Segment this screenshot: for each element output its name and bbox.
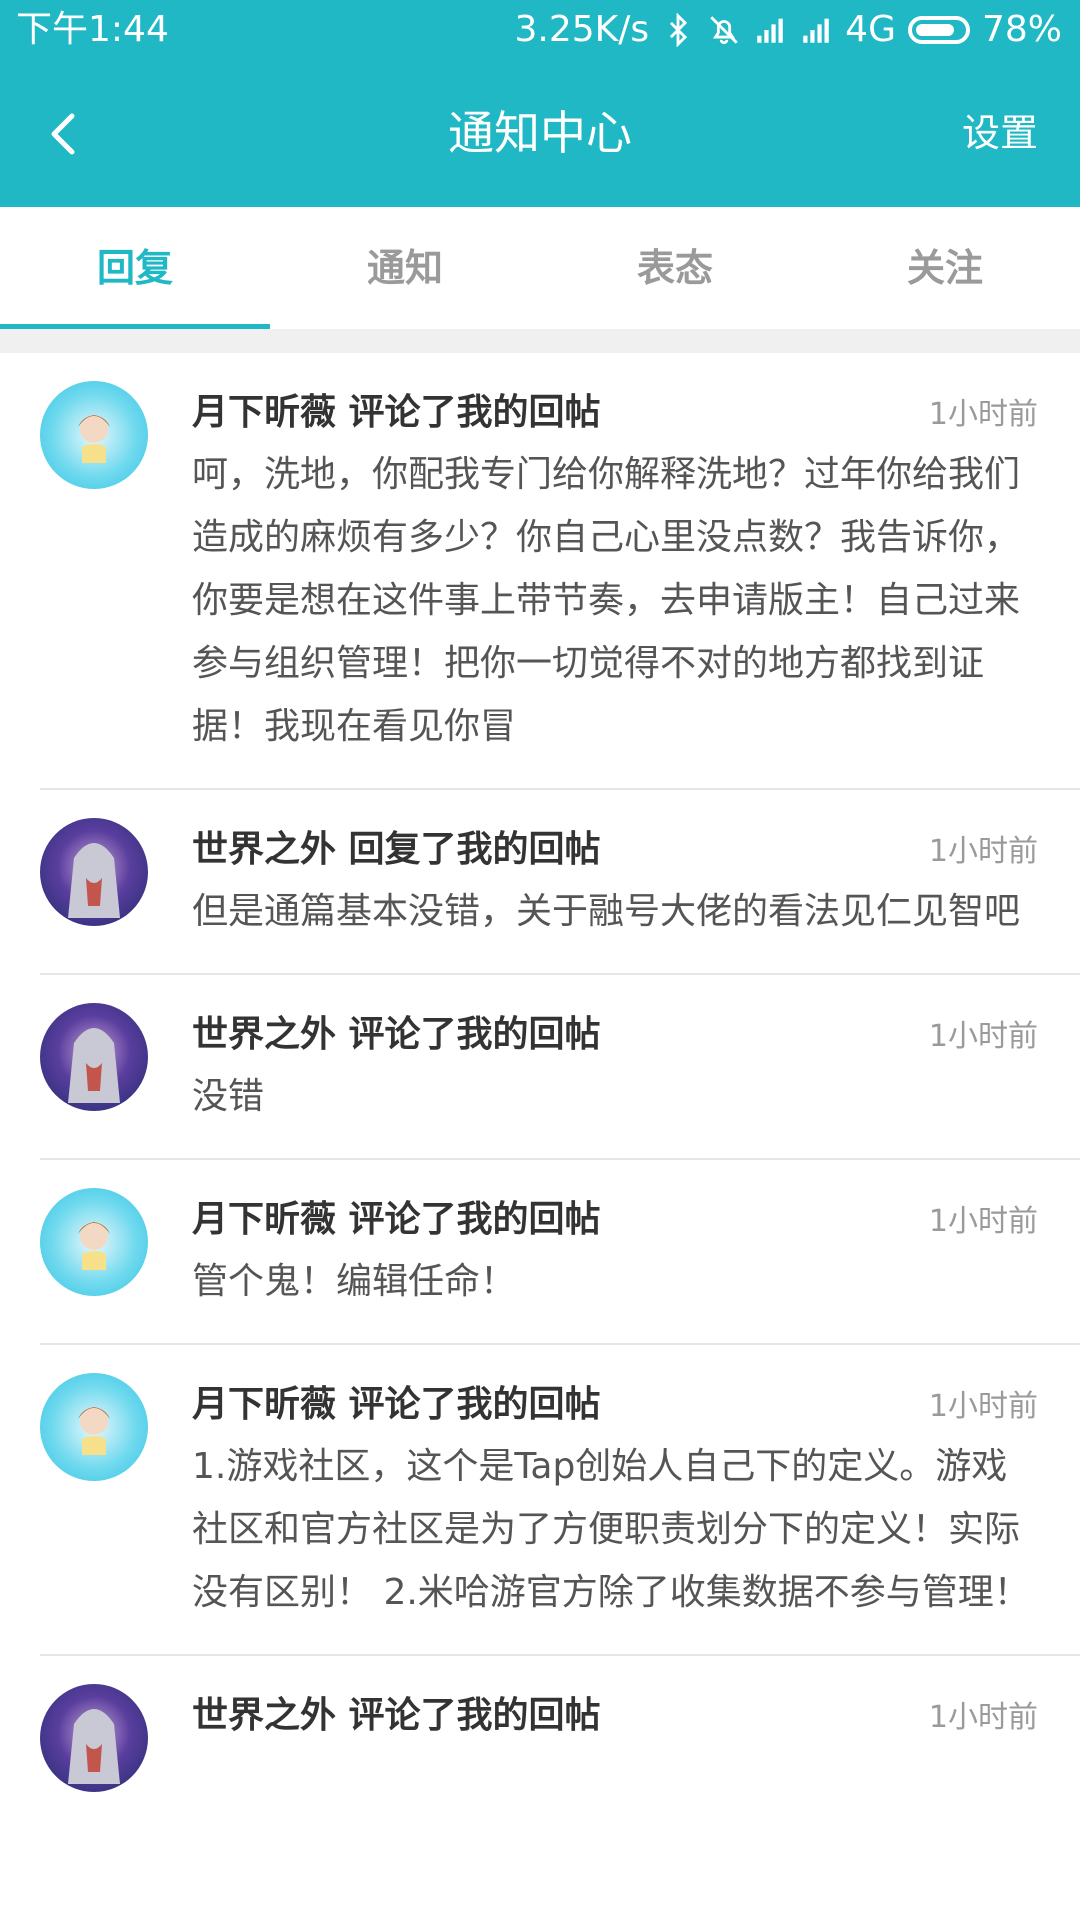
avatar-blue-icon: [78, 1407, 110, 1455]
item-title: 世界之外 回复了我的回帖: [192, 829, 601, 870]
item-time: 1小时前: [928, 1389, 1038, 1424]
avatar-blue-icon: [78, 415, 110, 463]
avatar-blue-icon: [78, 1222, 110, 1270]
item-time: 1小时前: [928, 1700, 1038, 1735]
net-speed: 3.25K/s: [514, 9, 650, 50]
list-item[interactable]: 世界之外 评论了我的回帖 1小时前: [40, 1656, 1080, 1792]
battery-icon: [907, 16, 970, 44]
page-title: 通知中心: [448, 106, 632, 160]
item-body: 没错: [192, 1076, 265, 1117]
list-item[interactable]: 世界之外 回复了我的回帖 1小时前 但是通篇基本没错，关于融号大佬的看法见仁见智…: [40, 790, 1080, 975]
avatar[interactable]: [40, 1684, 148, 1792]
item-title: 月下昕薇 评论了我的回帖: [192, 392, 601, 433]
tab-reply[interactable]: 回复: [0, 207, 270, 329]
item-time: 1小时前: [928, 1019, 1038, 1054]
app-header: 下午1:44 3.25K/s 4G 78% 通知中心 设置: [0, 0, 1080, 207]
item-body: 管个鬼！编辑任命！: [192, 1261, 517, 1302]
avatar-purple-icon: [68, 1709, 120, 1784]
tab-notice[interactable]: 通知: [270, 207, 540, 329]
avatar[interactable]: [40, 1188, 148, 1296]
item-title: 世界之外 评论了我的回帖: [192, 1014, 601, 1055]
status-icons: 3.25K/s 4G 78%: [515, 0, 1062, 60]
notification-list: 月下昕薇 评论了我的回帖 1小时前 呵，洗地，你配我专门给你解释洗地？过年你给我…: [0, 353, 1080, 1792]
hd-signal-icon: [803, 18, 829, 43]
list-item[interactable]: 月下昕薇 评论了我的回帖 1小时前 1.游戏社区，这个是Tap创始人自己下的定义…: [40, 1345, 1080, 1656]
list-item[interactable]: 世界之外 评论了我的回帖 1小时前 没错: [40, 975, 1080, 1160]
status-time: 下午1:44: [16, 9, 169, 50]
item-title: 月下昕薇 评论了我的回帖: [192, 1384, 601, 1425]
bluetooth-icon: [670, 13, 688, 47]
item-title: 月下昕薇 评论了我的回帖: [192, 1199, 601, 1240]
item-time: 1小时前: [928, 1204, 1038, 1239]
list-item[interactable]: 月下昕薇 评论了我的回帖 1小时前 呵，洗地，你配我专门给你解释洗地？过年你给我…: [40, 353, 1080, 790]
signal-icon: [757, 18, 783, 43]
battery-level: 78%: [981, 9, 1062, 50]
item-title: 世界之外 评论了我的回帖: [192, 1695, 601, 1736]
item-body: 但是通篇基本没错，关于融号大佬的看法见仁见智吧: [192, 891, 1021, 932]
list-item[interactable]: 月下昕薇 评论了我的回帖 1小时前 管个鬼！编辑任命！: [40, 1160, 1080, 1345]
item-body: 呵，洗地，你配我专门给你解释洗地？过年你给我们造成的麻烦有多少？你自己心里没点数…: [192, 454, 1021, 747]
avatar-purple-icon: [68, 843, 120, 918]
item-time: 1小时前: [928, 834, 1038, 869]
tab-follow[interactable]: 关注: [810, 207, 1080, 329]
status-bar: 下午1:44 3.25K/s 4G 78%: [0, 0, 1080, 60]
tab-reaction[interactable]: 表态: [540, 207, 810, 329]
avatar[interactable]: [40, 1003, 148, 1111]
title-bar: 通知中心 设置: [0, 60, 1080, 207]
avatar[interactable]: [40, 381, 148, 489]
network-type: 4G: [845, 9, 896, 50]
avatar-purple-icon: [68, 1028, 120, 1103]
tab-bar: 回复 通知 表态 关注: [0, 207, 1080, 329]
mute-icon: [710, 16, 738, 45]
item-time: 1小时前: [928, 397, 1038, 432]
avatar[interactable]: [40, 1373, 148, 1481]
avatar[interactable]: [40, 818, 148, 926]
settings-button[interactable]: 设置: [962, 60, 1038, 207]
divider: [0, 329, 1080, 353]
item-body: 1.游戏社区，这个是Tap创始人自己下的定义。游戏社区和官方社区是为了方便职责划…: [192, 1446, 1030, 1613]
